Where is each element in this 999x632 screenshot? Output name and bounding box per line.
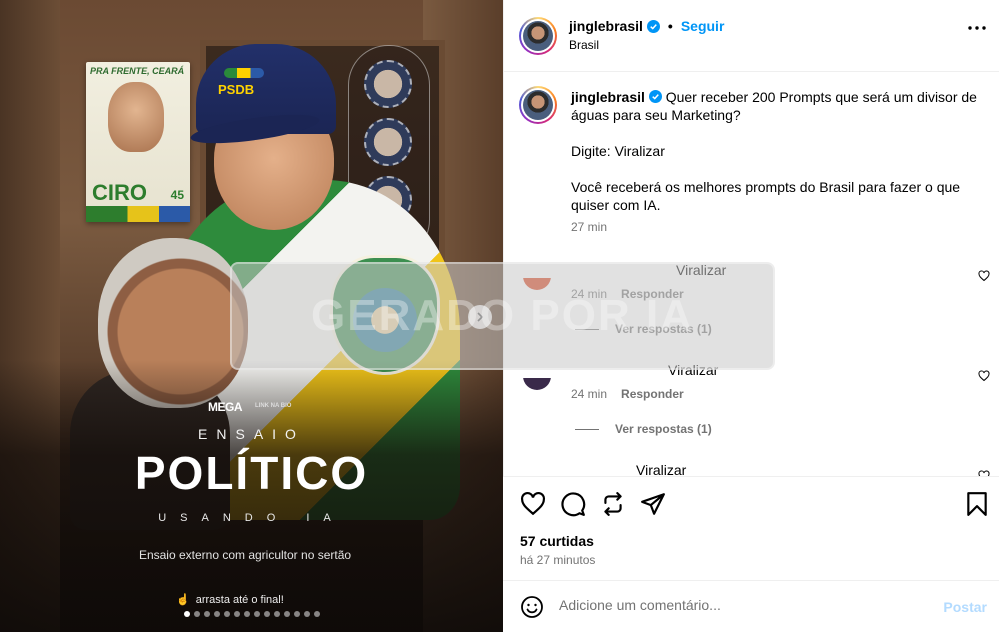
comment-avatar[interactable] [523, 378, 551, 390]
verified-icon [646, 19, 660, 33]
post-media[interactable]: PRA FRENTE, CEARÁ CIRO 45 PSDB MEGA LINK… [0, 0, 503, 632]
comment-item: Viralizar [504, 458, 999, 476]
swipe-hint: ☝ arrasta até o final! [176, 593, 284, 606]
comment-composer: Postar [503, 580, 999, 632]
carousel-dot[interactable] [263, 611, 270, 617]
caption-username[interactable]: jinglebrasil [571, 89, 645, 105]
separator-dot: • [667, 18, 673, 34]
carousel-dot[interactable] [293, 611, 300, 617]
post-date: há 27 minutos [520, 553, 596, 567]
more-icon[interactable] [968, 26, 986, 30]
heart-icon[interactable] [520, 491, 546, 517]
hand-pointer-icon: ☝ [176, 594, 190, 606]
like-count[interactable]: 57 curtidas [520, 533, 594, 549]
carousel-dot[interactable] [313, 611, 320, 617]
view-replies-button[interactable]: Ver respostas (1) [575, 322, 712, 336]
heart-icon[interactable] [978, 370, 990, 382]
heart-icon[interactable] [978, 270, 990, 282]
comment-time: 24 min [571, 287, 608, 301]
caption-time: 27 min [571, 220, 608, 234]
follow-button[interactable]: Seguir [681, 18, 725, 34]
caption-line-2: Digite: Viralizar [571, 143, 665, 159]
brand-sub: LINK NA BIO [255, 403, 292, 409]
author-username[interactable]: jinglebrasil [569, 18, 643, 34]
carousel-dot[interactable] [223, 611, 230, 617]
view-replies-button[interactable]: Ver respostas (1) [575, 422, 712, 436]
title-top: ENSAIO [198, 426, 305, 442]
verified-icon [648, 90, 662, 103]
poster-face [108, 82, 164, 152]
caption-line-3: Você receberá os melhores prompts do Bra… [571, 179, 961, 213]
carousel-dot[interactable] [273, 611, 280, 617]
carousel-dot[interactable] [253, 611, 260, 617]
comment-icon[interactable] [560, 491, 586, 517]
carousel-dot[interactable] [303, 611, 310, 617]
carousel-dots [0, 611, 503, 617]
repost-icon[interactable] [600, 491, 626, 517]
comment-item: Viralizar 24 min Responder Ver respostas… [504, 258, 999, 348]
title-main: POLÍTICO [134, 447, 369, 499]
chevron-right-icon [477, 312, 484, 322]
comment-text: Viralizar [636, 462, 687, 476]
replies-line [575, 328, 599, 330]
comment-text: Viralizar [676, 262, 727, 278]
poster-stripe [86, 206, 190, 222]
carousel-dot[interactable] [243, 611, 250, 617]
carousel-dot[interactable] [283, 611, 290, 617]
poster-name: CIRO [92, 180, 147, 205]
stamp-2 [364, 118, 412, 166]
caption-text: jinglebrasil Quer receber 200 Prompts qu… [571, 88, 981, 232]
caption-avatar[interactable] [519, 86, 557, 124]
comment-meta: 24 min Responder [571, 287, 684, 301]
replies-line [575, 428, 599, 430]
poster-header: PRA FRENTE, CEARÁ [90, 66, 185, 76]
post-location[interactable]: Brasil [569, 38, 599, 52]
post-comment-button[interactable]: Postar [943, 599, 987, 615]
carousel-dot[interactable] [183, 611, 190, 617]
view-replies-label: Ver respostas (1) [615, 422, 712, 436]
flag-emblem [330, 255, 440, 375]
share-icon[interactable] [640, 491, 666, 517]
brand-logo: MEGA [208, 400, 243, 414]
post-actions: 57 curtidas há 27 minutos [503, 476, 999, 580]
comment-meta: 24 min Responder [571, 387, 684, 401]
reply-button[interactable]: Responder [621, 287, 684, 301]
comment-avatar[interactable] [523, 278, 551, 290]
bookmark-icon[interactable] [964, 491, 990, 517]
carousel-dot[interactable] [213, 611, 220, 617]
carousel-next-button[interactable] [468, 305, 492, 329]
comment-item: Viralizar 24 min Responder Ver respostas… [504, 358, 999, 448]
emoji-icon[interactable] [520, 595, 544, 619]
cap-logo: PSDB [218, 82, 255, 97]
swipe-text: arrasta até o final! [195, 594, 284, 606]
cap-logo-stripe [224, 68, 264, 78]
author-line: jinglebrasil • Seguir [569, 18, 724, 34]
carousel-dot[interactable] [193, 611, 200, 617]
carousel-dot[interactable] [233, 611, 240, 617]
stamp-1 [364, 60, 412, 108]
reply-button[interactable]: Responder [621, 387, 684, 401]
media-subtitle: Ensaio externo com agricultor no sertão [138, 548, 352, 562]
comment-time: 24 min [571, 387, 608, 401]
post-header: jinglebrasil • Seguir Brasil [504, 0, 999, 72]
title-bottom: USANDO IA [158, 512, 345, 524]
campaign-poster: PRA FRENTE, CEARÁ CIRO 45 [86, 62, 190, 222]
poster-number: 45 [170, 188, 184, 202]
comment-text: Viralizar [668, 362, 719, 378]
view-replies-label: Ver respostas (1) [615, 322, 712, 336]
comment-input[interactable] [559, 597, 919, 613]
carousel-dot[interactable] [203, 611, 210, 617]
author-avatar[interactable] [519, 17, 557, 55]
